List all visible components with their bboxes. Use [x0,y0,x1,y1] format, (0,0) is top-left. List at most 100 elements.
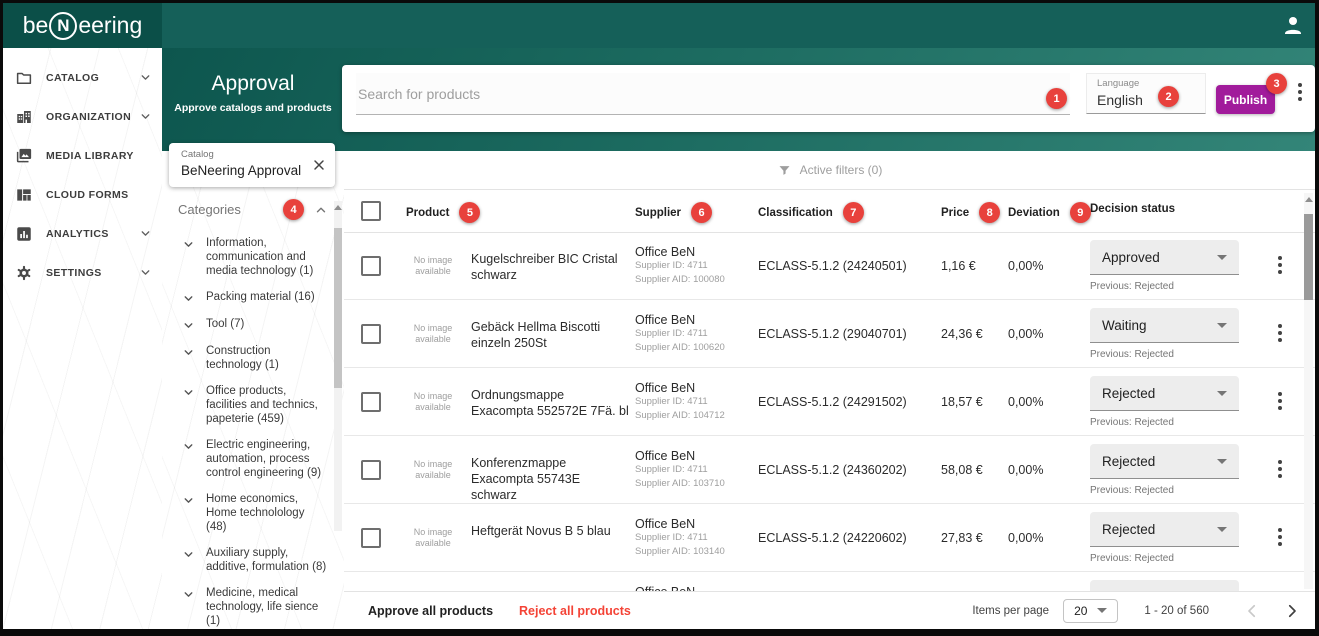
sidebar-item-organization[interactable]: ORGANIZATION [3,97,162,136]
product-name: Ordnungsmappe Exacompta 552572E 7Fä. bl [471,387,629,419]
decision-status-select[interactable]: Rejected [1090,444,1239,479]
previous-status: Previous: Rejected [1090,485,1174,496]
no-image-placeholder: No image available [402,391,464,413]
category-item[interactable]: Construction technology (1) [178,344,328,372]
row-menu-button[interactable] [1274,528,1286,546]
supplier-cell: Office BeN Supplier ID: 4711 Supplier AI… [635,245,757,286]
table-scrollbar[interactable] [1304,193,1313,589]
reject-all-button[interactable]: Reject all products [519,604,631,618]
classification-value: ECLASS-5.1.2 (24220602) [758,531,907,545]
no-image-placeholder: No image available [402,255,464,277]
annotation-badge-9: 9 [1070,202,1091,223]
row-menu-button[interactable] [1274,460,1286,478]
annotation-badge-4: 4 [283,199,304,220]
sidebar-item-media-library[interactable]: MEDIA LIBRARY [3,136,162,175]
language-select[interactable]: Language English [1086,73,1206,114]
annotation-badge-8: 8 [979,202,1000,223]
category-item[interactable]: Tool (7) [178,317,328,332]
supplier-cell: Office BeN Supplier ID: 4711 Supplier AI… [635,517,757,558]
table-row: No image available Heftgerät Novus B 5 b… [344,504,1315,572]
price-value: 58,08 € [941,463,983,477]
decision-status-select[interactable]: Rejected [1090,376,1239,411]
supplier-id: Supplier ID: 4711 [635,328,757,341]
dropdown-arrow-icon [1097,608,1107,613]
sidebar-item-label: CATALOG [46,72,99,84]
category-item[interactable]: Packing material (16) [178,290,328,305]
decision-status-select[interactable]: Rejected [1090,512,1239,547]
previous-status: Previous: Rejected [1090,417,1174,428]
approve-all-button[interactable]: Approve all products [368,604,493,618]
brand-logo: beNeering [3,3,162,48]
category-item[interactable]: Office products, facilities and technics… [178,384,328,426]
chevron-down-icon [182,588,195,601]
category-item[interactable]: Electric engineering, automation, proces… [178,438,328,480]
category-item[interactable]: Information, communication and media tec… [178,236,328,278]
row-menu-button[interactable] [1274,324,1286,342]
filter-panel: Categories 4 Information, communication … [162,151,344,629]
panel-scrollbar[interactable] [334,201,342,531]
dropdown-arrow-icon [1217,527,1227,532]
dropdown-arrow-icon [1217,255,1227,260]
logo-text-post: eering [78,12,142,39]
row-menu-button[interactable] [1274,392,1286,410]
row-checkbox[interactable] [361,460,381,480]
scrollbar-thumb[interactable] [1304,214,1313,300]
table-header-row: Product 5 Supplier 6 Classification 7 Pr… [344,189,1315,233]
toolbar-menu-button[interactable] [1294,83,1306,101]
chevron-down-icon [139,227,152,240]
close-icon[interactable] [311,157,327,173]
sidebar-item-settings[interactable]: SETTINGS [3,253,162,292]
scroll-up-arrow-icon [1305,197,1313,202]
decision-status-value: Rejected [1102,454,1155,469]
chevron-down-icon [182,346,195,359]
annotation-badge-3: 3 [1266,73,1287,94]
select-all-checkbox[interactable] [361,201,381,221]
classification-value: ECLASS-5.1.2 (24360202) [758,463,907,477]
supplier-id: Supplier ID: 4711 [635,464,757,477]
decision-status-select[interactable]: Approved [1090,240,1239,275]
decision-status-value: Rejected [1102,522,1155,537]
logo-n-circle: N [49,12,77,40]
sidebar-item-label: MEDIA LIBRARY [46,150,134,162]
category-item[interactable]: Medicine, medical technology, life sienc… [178,586,328,628]
row-checkbox[interactable] [361,392,381,412]
category-item[interactable]: Auxiliary supply, additive, formulation … [178,546,328,574]
account-icon[interactable] [1281,13,1305,37]
publish-button[interactable]: Publish [1216,85,1275,114]
pagination-range: 1 - 20 of 560 [1144,605,1209,617]
catalog-value: BeNeering Approval [181,163,301,178]
supplier-id: Supplier ID: 4711 [635,396,757,409]
column-header-classification: Classification [758,207,833,219]
previous-page-icon[interactable] [1243,602,1261,620]
scrollbar-thumb[interactable] [334,228,342,388]
row-checkbox[interactable] [361,256,381,276]
active-filters-bar[interactable]: Active filters (0) [344,151,1315,190]
page-size-select[interactable]: 20 [1063,599,1118,623]
row-checkbox[interactable] [361,528,381,548]
price-value: 24,36 € [941,327,983,341]
deviation-value: 0,00% [1008,327,1043,341]
page-subtitle: Approve catalogs and products [162,102,344,114]
search-input[interactable] [356,73,1072,114]
annotation-badge-1: 1 [1046,88,1067,109]
row-menu-button[interactable] [1274,256,1286,274]
decision-status-select[interactable]: Waiting [1090,308,1239,343]
chevron-up-icon[interactable] [314,203,328,217]
deviation-value: 0,00% [1008,463,1043,477]
sidebar-item-catalog[interactable]: CATALOG [3,58,162,97]
column-header-decision-status: Decision status [1090,203,1175,215]
supplier-cell: Office BeN Supplier ID: 4711 Supplier AI… [635,449,757,490]
products-table: Active filters (0) Product 5 Supplier 6 … [344,151,1315,629]
row-checkbox[interactable] [361,324,381,344]
gear-icon [15,264,33,282]
category-item[interactable]: Home economics, Home technolology (48) [178,492,328,534]
supplier-aid: Supplier AID: 103140 [635,546,757,559]
scroll-up-arrow-icon [334,205,342,210]
category-label: Auxiliary supply, additive, formulation … [206,546,328,574]
sidebar-item-cloud-forms[interactable]: CLOUD FORMS [3,175,162,214]
sidebar-item-analytics[interactable]: ANALYTICS [3,214,162,253]
category-label: Construction technology (1) [206,344,328,372]
page-size-value: 20 [1074,604,1087,618]
next-page-icon[interactable] [1283,602,1301,620]
chevron-down-icon [182,292,195,305]
